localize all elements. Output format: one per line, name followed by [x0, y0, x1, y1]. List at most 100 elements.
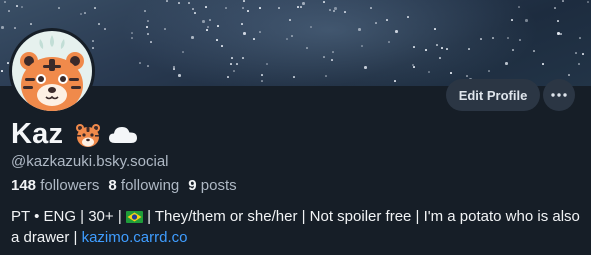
ellipsis-icon: [551, 93, 567, 97]
cloud-icon: [109, 126, 138, 143]
banner-star: [425, 49, 427, 51]
edit-profile-button[interactable]: Edit Profile: [446, 79, 540, 111]
banner-star: [164, 28, 166, 30]
bio-link[interactable]: kazimo.carrd.co: [82, 229, 188, 246]
banner-glow: [120, 0, 540, 86]
banner-star: [395, 30, 398, 33]
following-count: 8: [108, 177, 117, 194]
banner-star: [206, 29, 208, 31]
banner-star: [216, 39, 218, 41]
edit-profile-label: Edit Profile: [458, 87, 528, 103]
banner-star: [441, 47, 443, 49]
display-name: Kaz: [11, 118, 64, 150]
tiger-face-icon: [76, 123, 101, 147]
banner-star: [1, 26, 4, 29]
banner-star: [291, 35, 293, 37]
banner-star: [14, 27, 16, 29]
avatar[interactable]: [9, 28, 95, 114]
banner-star: [178, 74, 181, 77]
followers-count: 148: [11, 177, 37, 194]
banner-star: [511, 19, 513, 21]
more-options-button[interactable]: [543, 79, 575, 111]
tiger-avatar-image: [12, 31, 92, 111]
banner-star: [344, 11, 346, 13]
banner-star: [178, 2, 180, 4]
banner-star: [582, 53, 584, 55]
banner-star: [428, 71, 430, 73]
followers-stat[interactable]: 148 followers: [11, 177, 99, 194]
bio-text-part1: PT • ENG | 30+ |: [11, 208, 126, 225]
banner-star: [243, 32, 246, 35]
posts-label: posts: [200, 177, 237, 194]
following-stat[interactable]: 8 following: [108, 177, 179, 194]
profile-handle: @kazkazuki.bsky.social: [11, 153, 169, 170]
banner-star: [1, 70, 3, 72]
banner-star: [394, 80, 396, 82]
banner-star: [557, 20, 559, 22]
banner-star: [233, 70, 235, 72]
banner-star: [166, 0, 168, 2]
banner-star: [261, 74, 263, 76]
banner-star: [578, 63, 580, 65]
banner-star: [525, 19, 528, 22]
banner-star: [468, 48, 470, 50]
banner-star: [144, 10, 146, 12]
banner-star: [231, 57, 233, 59]
banner-star: [173, 68, 175, 70]
profile-page: Edit Profile Kaz @kazkazuki.bsky.social …: [0, 0, 591, 255]
banner-star: [579, 37, 581, 39]
profile-stats: 148 followers 8 following 9 posts: [11, 177, 237, 194]
banner-star: [225, 7, 227, 9]
banner-star: [259, 7, 261, 9]
banner-star: [150, 41, 152, 43]
banner-star: [209, 19, 211, 21]
banner-star: [568, 74, 570, 76]
posts-stat: 9 posts: [188, 177, 236, 194]
banner-star: [191, 36, 194, 39]
banner-star: [98, 23, 100, 25]
banner-star: [507, 37, 509, 39]
banner-star: [492, 37, 494, 39]
banner-star: [323, 56, 325, 58]
banner-star: [94, 7, 96, 9]
banner-star: [146, 26, 148, 28]
brazil-flag-icon: [125, 211, 143, 223]
banner-star: [306, 47, 308, 49]
banner-star: [194, 12, 196, 14]
banner-star: [202, 20, 205, 23]
banner-star: [533, 50, 535, 52]
banner-star: [562, 0, 564, 2]
banner-star: [434, 28, 436, 30]
banner-star: [147, 20, 149, 22]
banner-star: [331, 59, 333, 61]
banner-star: [388, 41, 390, 43]
banner-star: [182, 51, 184, 53]
banner-star: [560, 33, 562, 35]
banner-star: [278, 7, 280, 9]
banner-star: [286, 38, 288, 40]
banner-star: [488, 70, 490, 72]
posts-count: 9: [188, 177, 197, 194]
banner-star: [519, 39, 521, 41]
banner-star: [358, 28, 361, 31]
banner-star: [207, 26, 209, 28]
banner-star: [247, 10, 249, 12]
banner-star: [242, 7, 244, 9]
banner-star: [439, 57, 441, 59]
banner-star: [131, 32, 133, 34]
banner-star: [575, 52, 577, 54]
banner-star: [84, 12, 86, 14]
banner-star: [92, 40, 94, 42]
banner-star: [253, 38, 255, 40]
banner-star: [131, 37, 133, 39]
banner-star: [332, 51, 334, 53]
banner-star: [217, 25, 219, 27]
banner-star: [518, 6, 520, 8]
banner-star: [227, 76, 229, 78]
banner-star: [505, 62, 508, 65]
banner-star: [293, 76, 295, 78]
banner-star: [554, 7, 556, 9]
banner-star: [230, 63, 232, 65]
banner-star: [236, 63, 238, 65]
banner-star: [413, 66, 415, 68]
